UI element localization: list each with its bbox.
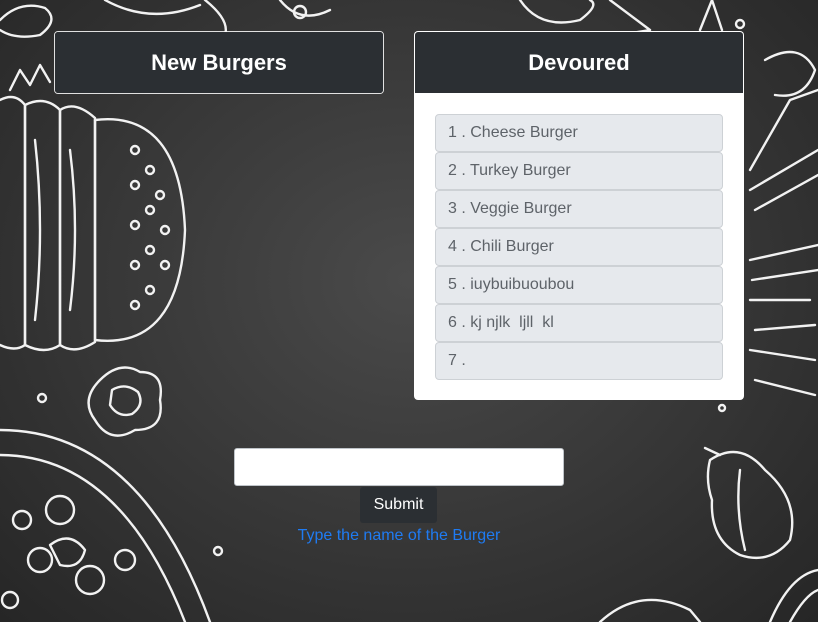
devoured-title: Devoured: [415, 32, 743, 93]
burger-name-help-text: Type the name of the Burger: [297, 527, 501, 544]
devoured-burger-item[interactable]: 3 . Veggie Burger: [435, 190, 723, 228]
devoured-burger-item[interactable]: 6 . kj njlk ljll kl: [435, 304, 723, 342]
new-burgers-title: New Burgers: [55, 32, 383, 93]
devoured-burger-item[interactable]: 4 . Chili Burger: [435, 228, 723, 266]
burger-name-input[interactable]: [234, 448, 564, 486]
submit-button[interactable]: Submit: [360, 487, 437, 523]
devoured-burger-item[interactable]: 1 . Cheese Burger: [435, 114, 723, 152]
devoured-list: 1 . Cheese Burger 2 . Turkey Burger 3 . …: [415, 93, 743, 380]
devoured-burger-item[interactable]: 2 . Turkey Burger: [435, 152, 723, 190]
devoured-burger-item[interactable]: 5 . iuybuibuoubou: [435, 266, 723, 304]
devoured-burger-item[interactable]: 7 .: [435, 342, 723, 380]
devoured-card: Devoured 1 . Cheese Burger 2 . Turkey Bu…: [414, 31, 744, 400]
new-burgers-card: New Burgers: [54, 31, 384, 94]
